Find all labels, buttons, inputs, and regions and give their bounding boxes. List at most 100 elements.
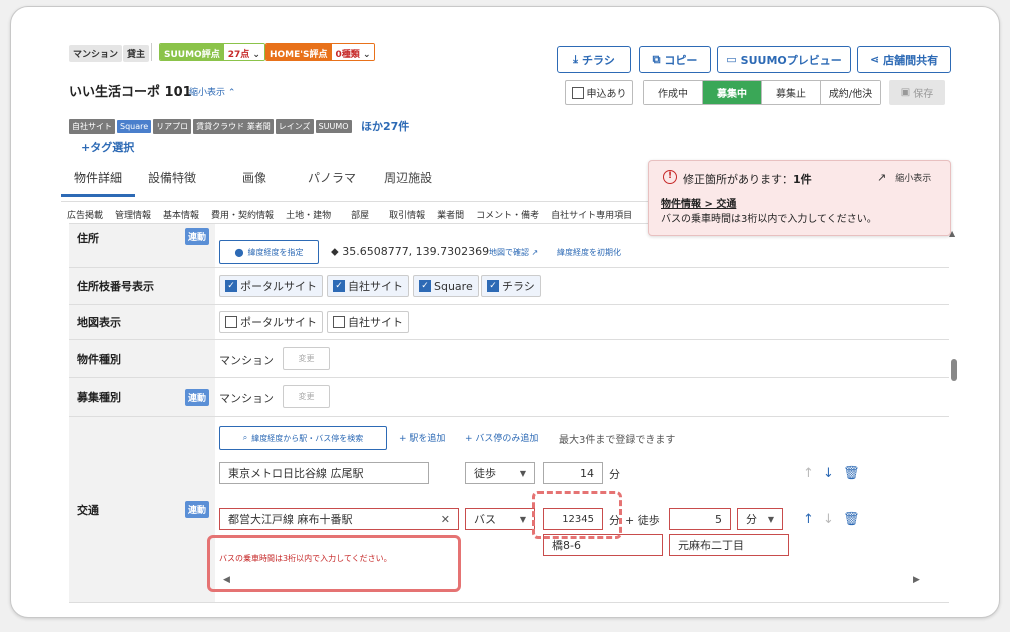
row-address-display: 住所枝番号表示 ✓ ポータルサイト ✓ 自社サイト ✓ Square ✓ チラシ bbox=[69, 268, 949, 305]
suumo-preview-button[interactable]: ▭ SUUMOプレビュー bbox=[717, 46, 851, 73]
tab-surroundings[interactable]: 周辺施設 bbox=[372, 169, 444, 197]
alert-link[interactable]: 物件情報 > 交通 bbox=[661, 195, 736, 210]
portal-site-checkbox[interactable]: ✓ ポータルサイト bbox=[219, 275, 323, 297]
suumo-score-value: 27点 ⌄ bbox=[223, 44, 264, 60]
flyer-checkbox[interactable]: ✓ チラシ bbox=[481, 275, 541, 297]
map-own-site-checkbox[interactable]: 自社サイト bbox=[327, 311, 409, 333]
source-tag: 賃貸クラウド 業者間 bbox=[193, 119, 274, 134]
flyer-button[interactable]: ⤓ チラシ bbox=[557, 46, 631, 73]
minutes-input[interactable]: 14 bbox=[543, 462, 603, 484]
suumo-score[interactable]: SUUMO評点 27点 ⌄ bbox=[159, 43, 265, 61]
pin-icon: ⬥ bbox=[331, 245, 339, 258]
chevron-up-icon: ⌃ bbox=[227, 88, 236, 98]
source-tag: レインズ bbox=[275, 119, 314, 134]
map-check-link[interactable]: 地図で確認 ↗ bbox=[489, 247, 538, 258]
caret-down-icon: ▼ bbox=[519, 514, 526, 524]
subtab-ad[interactable]: 広告掲載 bbox=[67, 208, 103, 221]
tab-panorama[interactable]: パノラマ bbox=[292, 169, 372, 197]
add-station-link[interactable]: + 駅を追加 bbox=[399, 431, 445, 444]
method-select[interactable]: 徒歩 ▼ bbox=[465, 462, 535, 484]
tab-facilities[interactable]: 設備特徴 bbox=[135, 169, 216, 197]
subtab-room[interactable]: 部屋 bbox=[351, 208, 369, 221]
row-recruit-type: 募集種別 連動 マンション 変更 bbox=[69, 378, 949, 417]
save-icon: ▣ bbox=[900, 87, 911, 98]
move-up-icon[interactable]: ↑ bbox=[803, 512, 814, 527]
subtab-agents[interactable]: 業者間 bbox=[437, 208, 464, 221]
scroll-right-icon[interactable]: ▶ bbox=[913, 575, 920, 585]
property-type-value: マンション bbox=[219, 354, 274, 367]
type-tag: マンション bbox=[69, 45, 123, 62]
square-checkbox[interactable]: ✓ Square bbox=[413, 275, 479, 297]
share-icon: ⋖ bbox=[869, 53, 880, 66]
source-tags: 自社サイト Square リアプロ 賃貸クラウド 業者間 レインズ SUUMO bbox=[69, 119, 354, 134]
collapse-link[interactable]: 縮小表示 ⌃ bbox=[189, 85, 235, 98]
walk-unit-select[interactable]: 分 ▼ bbox=[737, 508, 783, 530]
save-button[interactable]: ▣ 保存 bbox=[889, 80, 945, 105]
trash-icon[interactable]: 🗑 bbox=[843, 466, 860, 481]
copy-button[interactable]: ⧉ コピー bbox=[639, 46, 711, 73]
bus-dest-input[interactable]: 元麻布二丁目 bbox=[669, 534, 789, 556]
subtab-land[interactable]: 土地・建物 bbox=[286, 208, 331, 221]
subtab-comments[interactable]: コメント・備考 bbox=[476, 208, 539, 221]
move-down-icon[interactable]: ↓ bbox=[823, 466, 834, 481]
search-station-button[interactable]: ⌕ 緯度経度から駅・バス停を検索 bbox=[219, 426, 387, 450]
homes-score-value: 0種類 ⌄ bbox=[331, 44, 375, 60]
status-drafting[interactable]: 作成中 bbox=[644, 81, 703, 104]
source-tag: Square bbox=[117, 120, 152, 133]
browser-frame: マンション 貸主 SUUMO評点 27点 ⌄ HOME'S評点 0種類 ⌄ いい… bbox=[10, 6, 1000, 618]
homes-score[interactable]: HOME'S評点 0種類 ⌄ bbox=[265, 43, 376, 61]
input-highlight-box bbox=[532, 491, 622, 539]
station-input[interactable]: 東京メトロ日比谷線 広尾駅 bbox=[219, 462, 429, 484]
alert-collapse[interactable]: ↗ 縮小表示 bbox=[877, 171, 931, 184]
monitor-icon: ▭ bbox=[726, 53, 737, 66]
checkbox-icon bbox=[333, 316, 345, 328]
chevron-down-icon: ⌄ bbox=[252, 50, 260, 60]
caret-down-icon: ▼ bbox=[519, 468, 526, 478]
more-sources-link[interactable]: ほか27件 bbox=[361, 118, 409, 134]
subtab-site-only[interactable]: 自社サイト専用項目 bbox=[551, 208, 632, 221]
apply-checkbox[interactable]: 申込あり bbox=[565, 80, 633, 105]
property-name: いい生活コーポ 101 bbox=[69, 85, 192, 100]
row-label: 物件種別 bbox=[77, 352, 121, 366]
trash-icon[interactable]: 🗑 bbox=[843, 512, 860, 527]
status-recruiting[interactable]: 募集中 bbox=[703, 81, 762, 104]
method-select[interactable]: バス ▼ bbox=[465, 508, 535, 530]
change-button[interactable]: 変更 bbox=[283, 347, 330, 370]
coords-value: ⬥ 35.6508777, 139.7302369 bbox=[331, 245, 490, 258]
status-contracted[interactable]: 成約/他決 bbox=[821, 81, 880, 104]
checkbox-icon bbox=[571, 86, 584, 99]
check-icon: ✓ bbox=[333, 280, 345, 292]
download-icon: ⤓ bbox=[573, 52, 579, 66]
station-input-error[interactable]: 都営大江戸線 麻布十番駅 ✕ bbox=[219, 508, 459, 530]
subtab-management[interactable]: 管理情報 bbox=[115, 208, 151, 221]
add-tag-link[interactable]: +タグ選択 bbox=[81, 139, 134, 155]
vertical-scrollbar-thumb[interactable] bbox=[951, 359, 957, 381]
change-button[interactable]: 変更 bbox=[283, 385, 330, 408]
tab-images[interactable]: 画像 bbox=[216, 169, 292, 197]
check-icon: ✓ bbox=[487, 280, 499, 292]
share-button[interactable]: ⋖ 店舗間共有 bbox=[857, 46, 951, 73]
search-icon: ⌕ bbox=[242, 433, 248, 442]
move-up-icon[interactable]: ↑ bbox=[803, 466, 814, 481]
owner-tag: 貸主 bbox=[123, 45, 150, 62]
sub-tabs: 広告掲載 管理情報 基本情報 費用・契約情報 土地・建物 部屋 取引情報 業者間… bbox=[61, 201, 661, 221]
own-site-checkbox[interactable]: ✓ 自社サイト bbox=[327, 275, 409, 297]
subtab-basic[interactable]: 基本情報 bbox=[163, 208, 199, 221]
map-portal-checkbox[interactable]: ポータルサイト bbox=[219, 311, 323, 333]
external-link-icon: ↗ bbox=[531, 248, 539, 257]
row-property-type: 物件種別 マンション 変更 bbox=[69, 340, 949, 378]
check-icon: ✓ bbox=[225, 280, 237, 292]
move-down-icon[interactable]: ↓ bbox=[823, 512, 834, 527]
subtab-cost[interactable]: 費用・契約情報 bbox=[211, 208, 274, 221]
subtab-transaction[interactable]: 取引情報 bbox=[389, 208, 425, 221]
set-coords-button[interactable]: ⬤ 緯度経度を指定 bbox=[219, 240, 319, 264]
status-stopped[interactable]: 募集止 bbox=[762, 81, 821, 104]
walk-minutes-input[interactable]: 5 bbox=[669, 508, 731, 530]
error-icon: ! bbox=[663, 170, 677, 184]
row-label: 住所 bbox=[77, 232, 99, 245]
linked-badge: 連動 bbox=[184, 388, 209, 406]
reset-coords-link[interactable]: 緯度経度を初期化 bbox=[557, 247, 621, 258]
add-bus-link[interactable]: + バス停のみ追加 bbox=[465, 431, 538, 444]
checkbox-icon bbox=[225, 316, 237, 328]
tab-property-detail[interactable]: 物件詳細 bbox=[61, 169, 136, 197]
